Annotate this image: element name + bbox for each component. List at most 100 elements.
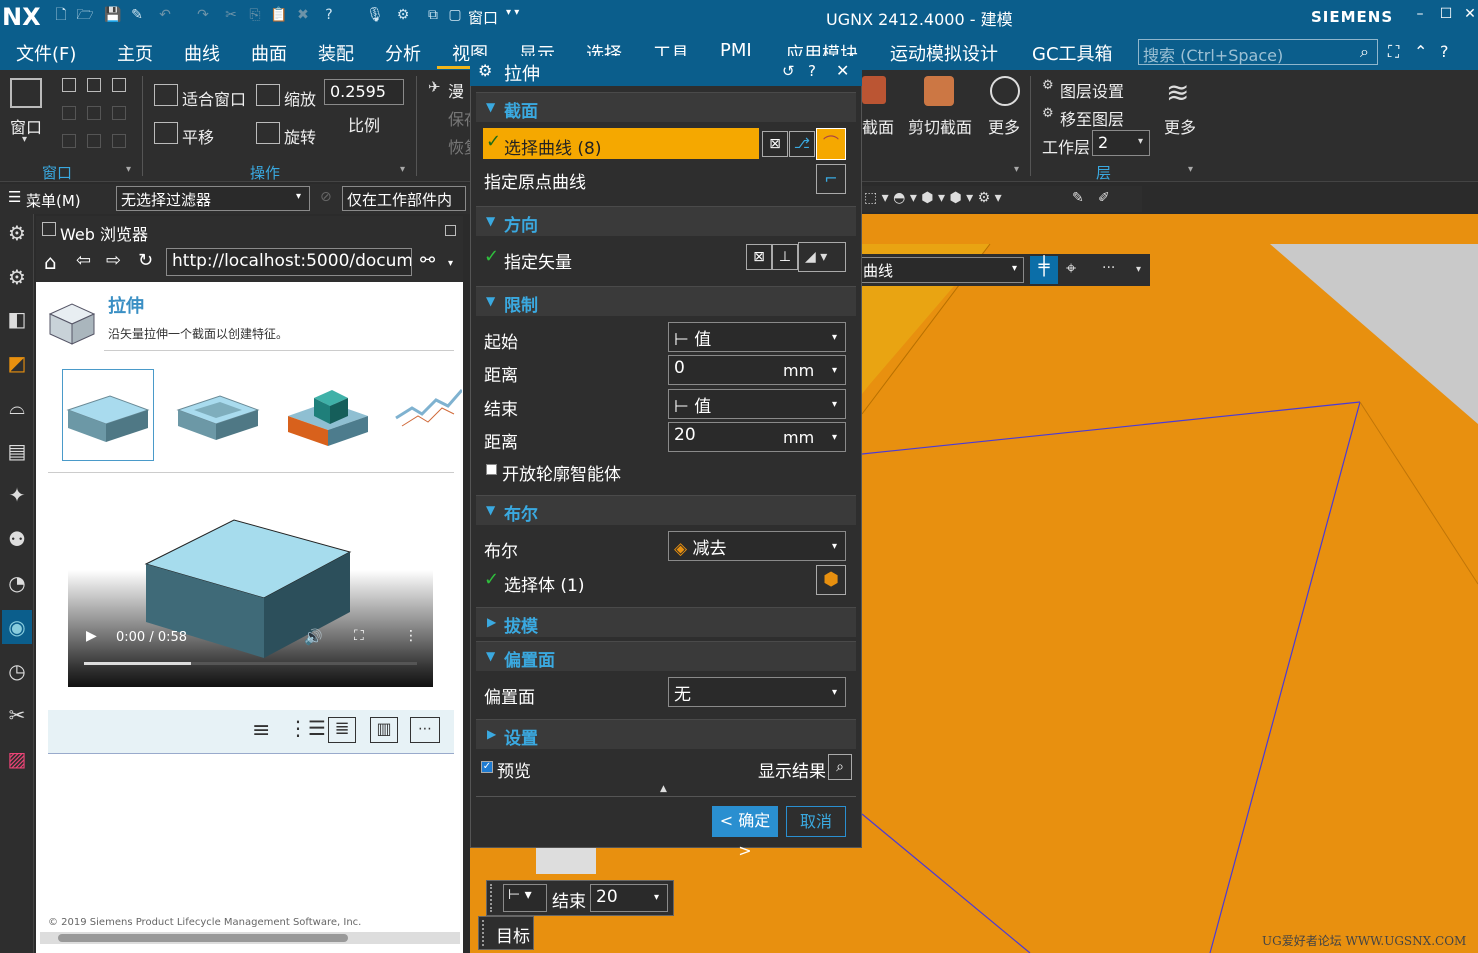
part-family-icon[interactable]: ⌓ xyxy=(4,394,30,420)
roles-icon[interactable]: ⚉ xyxy=(4,526,30,552)
end-type-select[interactable]: ⊢ ▾ xyxy=(503,884,547,912)
end-handle-chevron-icon[interactable]: ▾ xyxy=(654,892,659,903)
maximize-icon[interactable]: ☐ xyxy=(1436,6,1456,26)
new-file-icon[interactable]: 🗋 xyxy=(52,6,70,24)
preview-checkbox[interactable]: ✓ xyxy=(481,761,493,773)
video-play-icon[interactable]: ▶ xyxy=(86,628,97,644)
tab-file[interactable]: 文件(F) xyxy=(16,40,76,66)
window-icon[interactable]: ⧉ xyxy=(424,6,442,24)
start-chevron-icon[interactable]: ▾ xyxy=(832,332,837,343)
tab-surface[interactable]: 曲面 xyxy=(251,40,287,66)
render-style-icon[interactable]: ⬚ ▾ ◓ ▾ ⬢ ▾ ⬢ ▾ ⚙ ▾ xyxy=(864,190,1002,206)
body-icon[interactable]: ⬢ xyxy=(816,565,846,595)
group-window-expand-icon[interactable]: ▾ xyxy=(126,164,131,175)
binoculars-icon[interactable]: ⚯ xyxy=(420,250,435,271)
minimize-icon[interactable]: – xyxy=(1410,6,1430,26)
thumbnail-sheet[interactable] xyxy=(392,378,462,448)
horizontal-scrollbar-thumb[interactable] xyxy=(58,934,348,942)
dialog-gear-icon[interactable]: ⚙ xyxy=(478,61,492,80)
constraint-navigator-icon[interactable]: ◩ xyxy=(4,350,30,376)
layout-d-icon[interactable] xyxy=(62,134,76,148)
paste-icon[interactable]: 📋 xyxy=(270,6,288,24)
collapse-icon[interactable]: ▼ xyxy=(486,649,495,663)
measure-icon[interactable]: ✐ xyxy=(1098,190,1110,206)
zoom-button[interactable]: 缩放 xyxy=(284,86,316,110)
dialog-help-icon[interactable]: ? xyxy=(808,62,816,80)
microphone-icon[interactable]: 🎙 xyxy=(366,6,384,24)
end-distance-chevron-icon[interactable]: ▾ xyxy=(832,432,837,443)
collapse-icon[interactable]: ▼ xyxy=(486,503,495,517)
roam-icon[interactable]: ✈ xyxy=(428,78,441,96)
curve-icon[interactable]: ⌒ xyxy=(816,128,846,160)
window-dropdown-icon[interactable]: ▾ xyxy=(22,134,27,145)
dialog-close-icon[interactable]: ✕ xyxy=(836,61,849,80)
drag-grip-icon[interactable] xyxy=(482,920,488,946)
hd3d-icon[interactable]: ✦ xyxy=(4,482,30,508)
hamburger-icon[interactable]: ☰ xyxy=(8,188,21,206)
tab-home[interactable]: 主页 xyxy=(117,40,153,66)
save-icon[interactable]: 💾 xyxy=(104,6,122,24)
list-icon[interactable]: ≡ xyxy=(252,718,270,743)
curve-select-icon[interactable]: ⎇ xyxy=(789,131,815,157)
delete-icon[interactable]: ✖ xyxy=(294,6,312,24)
collapse-icon[interactable]: ▼ xyxy=(486,294,495,308)
history-clock-icon[interactable]: ◷ xyxy=(4,658,30,684)
brush-icon[interactable]: ✎ xyxy=(1072,190,1084,206)
tab-curve[interactable]: 曲线 xyxy=(184,40,220,66)
start-select[interactable]: ⊢ 值 xyxy=(668,322,846,352)
more-view-icon[interactable] xyxy=(990,76,1020,106)
reuse-library-icon[interactable]: ▤ xyxy=(4,438,30,464)
group-operation-expand-icon[interactable]: ▾ xyxy=(400,164,405,175)
thumbnail-block[interactable] xyxy=(66,390,150,444)
inferred-vector-select[interactable]: ◢ ▾ xyxy=(798,242,846,272)
window-single-icon[interactable]: ▢ xyxy=(446,6,464,24)
move-layer-icon[interactable]: ⚙ xyxy=(1042,106,1054,121)
window-menu-chevron-icon[interactable]: ▾ ▾ xyxy=(506,7,519,18)
open-profile-checkbox[interactable] xyxy=(486,464,497,475)
fullscreen-icon[interactable]: ⛶ xyxy=(1388,42,1399,62)
ok-button[interactable]: < 确定 > xyxy=(712,806,778,860)
offset-select[interactable]: 无 xyxy=(668,677,846,707)
video-fullscreen-icon[interactable]: ⛶ xyxy=(354,628,364,644)
start-distance-input[interactable]: 0 xyxy=(668,355,846,385)
menu-button[interactable]: 菜单(M) xyxy=(26,190,81,211)
history-palette-icon[interactable]: ◔ xyxy=(4,570,30,596)
layout-single-icon[interactable] xyxy=(62,78,76,92)
group-view-expand-icon[interactable]: ▾ xyxy=(1014,164,1019,175)
end-select[interactable]: ⊢ 值 xyxy=(668,389,846,419)
layout-e-icon[interactable] xyxy=(87,134,101,148)
back-icon[interactable]: ⇦ xyxy=(76,250,91,271)
contents-icon[interactable]: ≣ xyxy=(328,717,356,743)
thumbnail-pocket[interactable] xyxy=(176,390,260,444)
zoom-icon[interactable] xyxy=(256,84,280,106)
pan-button[interactable]: 平移 xyxy=(182,124,214,148)
drag-grip-icon[interactable] xyxy=(490,884,496,912)
refresh-icon[interactable]: ↻ xyxy=(138,250,153,271)
curve-rule-select[interactable]: 曲线 xyxy=(858,257,1024,283)
more-button-2[interactable]: 更多 xyxy=(1164,114,1196,138)
copy-icon[interactable]: ⎘ xyxy=(246,6,264,24)
help-icon[interactable]: ? xyxy=(320,6,338,24)
move-to-layer-button[interactable]: 移至图层 xyxy=(1060,106,1124,130)
work-layer-chevron-icon[interactable]: ▾ xyxy=(1138,136,1143,147)
layout-split-h-icon[interactable] xyxy=(112,78,126,92)
group-layer-expand-icon[interactable]: ▾ xyxy=(1188,164,1193,175)
layout-f-icon[interactable] xyxy=(112,134,126,148)
search-input[interactable]: 搜索 (Ctrl+Space) xyxy=(1138,39,1378,65)
show-result-icon[interactable]: ⌕ xyxy=(828,754,852,780)
clip-section-icon[interactable] xyxy=(924,76,954,106)
assembly-navigator-icon[interactable]: ◧ xyxy=(4,306,30,332)
settings-gear-icon[interactable]: ⚙ xyxy=(4,220,30,246)
collapse-dialog-icon[interactable]: ▲ xyxy=(660,784,667,794)
tab-assembly[interactable]: 装配 xyxy=(318,40,354,66)
layout-split-v-icon[interactable] xyxy=(87,78,101,92)
sketch-section-icon[interactable]: ⊠ xyxy=(762,131,788,157)
tab-gc-toolbox[interactable]: GC工具箱 xyxy=(1032,40,1113,66)
cancel-button[interactable]: 取消 xyxy=(786,806,846,837)
video-more-icon[interactable]: ⋮ xyxy=(404,628,418,644)
expand-icon[interactable]: ▶ xyxy=(487,727,496,741)
numbered-list-icon[interactable]: ⋮☰ xyxy=(288,716,326,740)
help-circle-icon[interactable]: ? xyxy=(1440,42,1449,61)
more-button-1[interactable]: 更多 xyxy=(988,114,1020,138)
section-button[interactable]: 截面 xyxy=(862,114,894,138)
